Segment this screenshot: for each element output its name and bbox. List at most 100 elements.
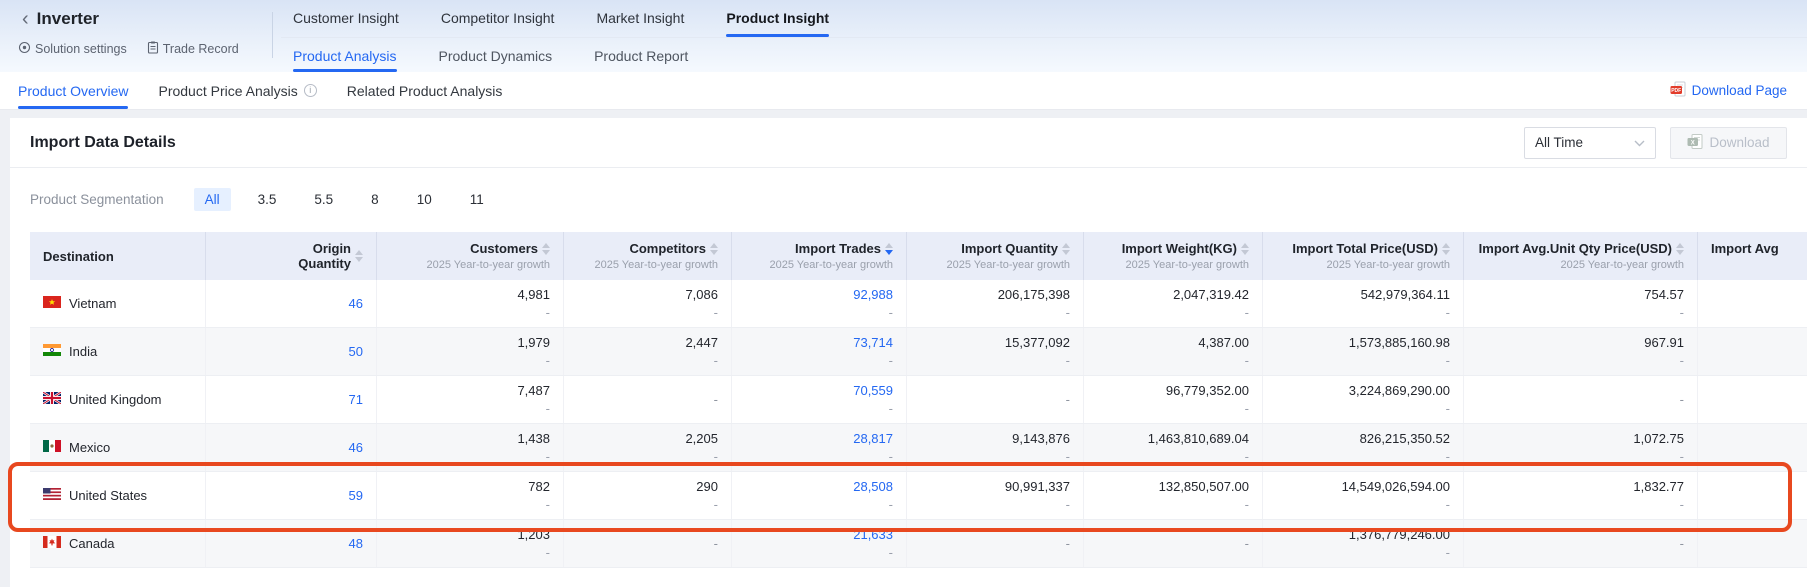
column-header-import-trades[interactable]: Import Trades2025 Year-to-year growth: [732, 232, 907, 280]
origin-quantity-link[interactable]: 48: [349, 536, 363, 552]
segmentation-option-all[interactable]: All: [194, 188, 231, 211]
column-title: Import Total Price(USD): [1292, 241, 1438, 256]
growth-value: -: [546, 498, 550, 512]
origin-quantity-cell: 46: [206, 280, 377, 327]
column-header-customers[interactable]: Customers 2025 Year-to-year growth: [377, 232, 564, 280]
panel-title: Import Data Details: [30, 134, 176, 152]
import-trades-link[interactable]: 70,559: [853, 383, 893, 399]
table-header-row: Destination Origin Quantity Customers 2025 …: [30, 232, 1807, 280]
tab-related-product-analysis[interactable]: Related Product Analysis: [347, 72, 503, 109]
import-trades-link[interactable]: 28,508: [853, 479, 893, 495]
growth-value: -: [1446, 402, 1450, 416]
origin-quantity-link[interactable]: 59: [349, 488, 363, 504]
back-chevron-icon[interactable]: ‹: [22, 10, 29, 28]
sort-icon: [1442, 243, 1450, 255]
tab-product-insight[interactable]: Product Insight: [726, 0, 829, 37]
empty-value: -: [1066, 392, 1070, 408]
import-trades-link[interactable]: 21,633: [853, 527, 893, 543]
column-title: Destination: [43, 249, 114, 264]
download-page-button[interactable]: PDF Download Page: [1670, 81, 1789, 100]
trade-record-link[interactable]: Trade Record: [147, 41, 239, 57]
destination-name: India: [69, 344, 97, 359]
flag-india-icon: [43, 344, 61, 359]
tab-product-overview[interactable]: Product Overview: [18, 72, 128, 109]
destination-name: Vietnam: [69, 296, 116, 311]
column-subtitle: 2025 Year-to-year growth: [426, 259, 550, 271]
origin-quantity-link[interactable]: 50: [349, 344, 363, 360]
tab-market-insight[interactable]: Market Insight: [596, 0, 684, 37]
segmentation-option-8[interactable]: 8: [360, 188, 390, 211]
column-header-import-weight-kg[interactable]: Import Weight(KG)2025 Year-to-year growt…: [1084, 232, 1263, 280]
table-body: Vietnam464,981-7,086-92,988-206,175,398-…: [30, 280, 1807, 568]
import-weight-kg-cell: 1,463,810,689.04-: [1084, 424, 1263, 471]
import-trades-link[interactable]: 28,817: [853, 431, 893, 447]
growth-value: -: [546, 450, 550, 464]
column-header-import-quantity[interactable]: Import Quantity2025 Year-to-year growth: [907, 232, 1084, 280]
import-avg-cell: [1698, 472, 1807, 519]
origin-quantity-link[interactable]: 46: [349, 440, 363, 456]
column-header-import-avg: Import Avg2: [1698, 232, 1807, 280]
tab-product-report[interactable]: Product Report: [594, 40, 688, 72]
time-range-select[interactable]: All Time: [1524, 127, 1656, 159]
solution-settings-link[interactable]: Solution settings: [18, 41, 127, 57]
destination-cell: Vietnam: [30, 280, 206, 327]
tab-customer-insight[interactable]: Customer Insight: [293, 0, 399, 37]
import-trades-cell: 73,714-: [732, 328, 907, 375]
empty-value: -: [714, 536, 718, 552]
competitors-cell: 7,086-: [564, 280, 732, 327]
empty-value: -: [1680, 392, 1684, 408]
segmentation-option-3-5[interactable]: 3.5: [247, 188, 288, 211]
cell-value: 1,072.75: [1633, 431, 1684, 447]
cell-value: 1,979: [517, 335, 550, 351]
cell-value: 542,979,364.11: [1361, 287, 1450, 303]
download-page-label: Download Page: [1692, 83, 1787, 98]
gear-icon: [18, 41, 31, 57]
column-header-import-total-price-usd[interactable]: Import Total Price(USD)2025 Year-to-year…: [1263, 232, 1464, 280]
customers-cell: 1,979-: [377, 328, 564, 375]
tab-product-dynamics[interactable]: Product Dynamics: [439, 40, 553, 72]
destination-cell: United Kingdom: [30, 376, 206, 423]
import-trades-cell: 28,817-: [732, 424, 907, 471]
info-icon[interactable]: i: [304, 84, 317, 97]
cell-value: 782: [528, 479, 550, 495]
column-header-origin-quantity[interactable]: Origin Quantity: [206, 232, 377, 280]
segmentation-options: All 3.5 5.5 8 10 11: [194, 188, 495, 211]
import-total-price-usd-cell: 1,573,885,160.98-: [1263, 328, 1464, 375]
growth-value: -: [889, 306, 893, 320]
tab-competitor-insight[interactable]: Competitor Insight: [441, 0, 555, 37]
tab-product-price-analysis[interactable]: Product Price Analysisi: [158, 72, 316, 109]
import-avg-unit-qty-price-usd-cell: 1,832.77-: [1464, 472, 1698, 519]
customers-cell: 1,438-: [377, 424, 564, 471]
cell-value: 1,573,885,160.98: [1349, 335, 1450, 351]
growth-value: -: [1245, 450, 1249, 464]
import-trades-cell: 21,633-: [732, 520, 907, 567]
sort-icon: [542, 243, 550, 255]
destination-cell: India: [30, 328, 206, 375]
column-header-import-avg-unit-qty-price-usd[interactable]: Import Avg.Unit Qty Price(USD)2025 Year-…: [1464, 232, 1698, 280]
flag-united-kingdom-icon: [43, 392, 61, 407]
import-trades-link[interactable]: 73,714: [853, 335, 893, 351]
tab-product-analysis[interactable]: Product Analysis: [293, 40, 397, 72]
flag-mexico-icon: [43, 440, 61, 455]
page-title: Inverter: [37, 9, 99, 29]
origin-quantity-link[interactable]: 71: [349, 392, 363, 408]
tab-label: Product Analysis: [293, 48, 397, 64]
column-title: Customers: [470, 241, 538, 256]
flag-vietnam-icon: [43, 296, 61, 311]
segmentation-option-10[interactable]: 10: [406, 188, 443, 211]
tab-label: Product Insight: [726, 10, 829, 26]
segmentation-option-5-5[interactable]: 5.5: [303, 188, 344, 211]
sort-icon: [710, 243, 718, 255]
import-quantity-cell: 206,175,398-: [907, 280, 1084, 327]
import-total-price-usd-cell: 826,215,350.52-: [1263, 424, 1464, 471]
origin-quantity-link[interactable]: 46: [349, 296, 363, 312]
import-quantity-cell: 90,991,337-: [907, 472, 1084, 519]
column-header-competitors[interactable]: Competitors2025 Year-to-year growth: [564, 232, 732, 280]
cell-value: 14,549,026,594.00: [1342, 479, 1450, 495]
download-button[interactable]: X Download: [1670, 127, 1787, 159]
column-title: Import Weight(KG): [1122, 241, 1237, 256]
cell-value: 15,377,092: [1005, 335, 1070, 351]
import-trades-link[interactable]: 92,988: [853, 287, 893, 303]
destination-name: Canada: [69, 536, 115, 551]
segmentation-option-11[interactable]: 11: [459, 188, 495, 211]
